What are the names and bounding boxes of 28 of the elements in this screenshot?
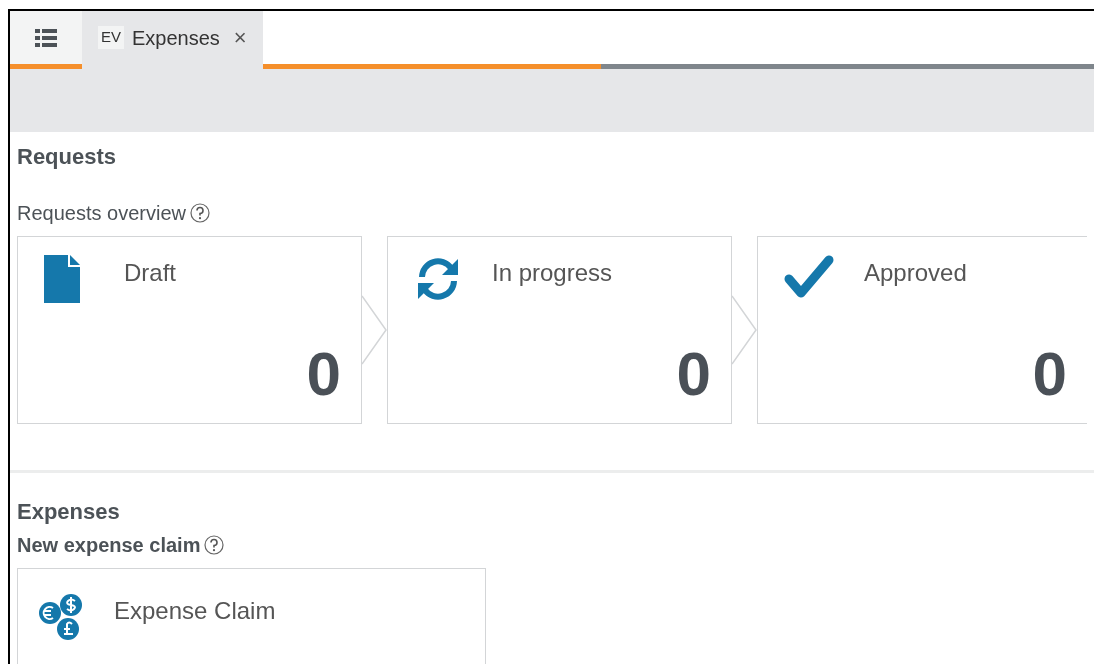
list-icon	[35, 28, 57, 47]
expense-claim-tile[interactable]: Expense Claim	[17, 567, 486, 664]
section-heading: Requests	[17, 144, 118, 171]
currency-coins-icon	[38, 592, 84, 641]
status-card[interactable]: In progress 0	[387, 236, 732, 425]
tab-label: Expenses	[132, 25, 220, 51]
menu-button[interactable]	[10, 11, 82, 64]
section-heading: Expenses	[17, 499, 121, 526]
section-subtitle: New expense claim	[17, 532, 201, 558]
document-icon	[44, 255, 80, 304]
chevron-connector	[732, 295, 757, 366]
card-count: 0	[676, 343, 711, 406]
tab[interactable]: EV Expenses ×	[82, 11, 263, 64]
close-button[interactable]: ×	[233, 21, 247, 54]
card-label: Draft	[124, 258, 176, 289]
card-label: In progress	[492, 258, 613, 289]
chevron-connector	[362, 295, 387, 366]
tile-label: Expense Claim	[114, 595, 276, 626]
card-count: 0	[306, 343, 341, 406]
card-count: 0	[1032, 343, 1067, 406]
status-card[interactable]: Approved 0	[757, 236, 1087, 425]
section-subtitle: Requests overview	[17, 201, 186, 227]
help-icon[interactable]	[204, 534, 225, 555]
help-icon[interactable]	[189, 203, 210, 224]
tab-badge: EV	[98, 26, 124, 49]
checkmark-icon	[784, 255, 834, 300]
status-card[interactable]: Draft 0	[17, 236, 362, 425]
card-label: Approved	[864, 258, 967, 289]
